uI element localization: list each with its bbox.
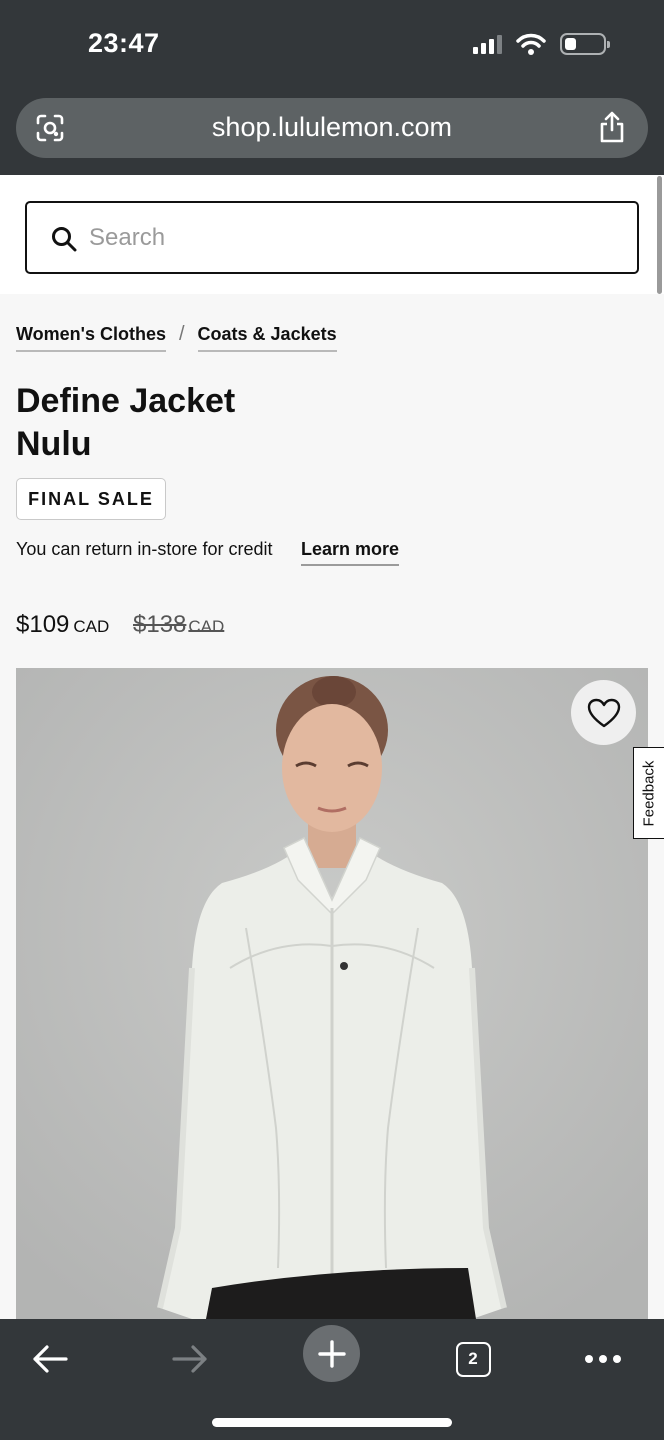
cellular-signal-icon xyxy=(473,34,502,54)
more-menu-button[interactable] xyxy=(573,1329,633,1389)
original-price-currency: CAD xyxy=(188,617,225,636)
original-price-amount: $138 xyxy=(133,611,187,638)
page-scrollbar[interactable] xyxy=(657,176,662,294)
return-policy-text: You can return in-store for credit xyxy=(16,539,273,559)
plus-icon xyxy=(317,1339,346,1368)
feedback-label: Feedback xyxy=(640,760,658,826)
original-price: $138 CAD xyxy=(133,611,224,639)
search-icon xyxy=(52,227,77,252)
status-time: 23:47 xyxy=(88,28,160,58)
ellipsis-icon xyxy=(585,1355,621,1363)
breadcrumb-link-womens-clothes[interactable]: Women's Clothes xyxy=(16,324,166,352)
arrow-right-icon xyxy=(172,1345,207,1373)
sale-price: $109 CAD xyxy=(16,611,109,639)
product-title: Define Jacket Nulu xyxy=(16,380,376,466)
product-title-line1: Define Jacket xyxy=(16,382,236,420)
browser-top-bar: 23:47 shop.lululemon.com xyxy=(0,0,664,175)
sale-price-currency: CAD xyxy=(73,617,110,636)
breadcrumb: Women's Clothes / Coats & Jackets xyxy=(16,323,337,352)
breadcrumb-link-coats-jackets[interactable]: Coats & Jackets xyxy=(197,324,337,352)
battery-icon xyxy=(560,33,610,55)
learn-more-link[interactable]: Learn more xyxy=(301,539,400,566)
product-title-line2: Nulu xyxy=(16,425,92,463)
url-text[interactable]: shop.lululemon.com xyxy=(16,112,648,143)
heart-icon xyxy=(587,698,620,727)
back-button[interactable] xyxy=(20,1329,80,1389)
wifi-icon xyxy=(516,33,546,55)
product-photo-illustration xyxy=(16,668,648,1319)
final-sale-badge: FINAL SALE xyxy=(16,478,166,520)
arrow-left-icon xyxy=(33,1345,68,1373)
home-indicator[interactable] xyxy=(212,1418,452,1427)
site-search-area xyxy=(0,175,664,294)
product-image[interactable] xyxy=(16,668,648,1319)
new-tab-button[interactable] xyxy=(303,1325,360,1382)
breadcrumb-separator: / xyxy=(178,323,185,345)
feedback-tab[interactable]: Feedback xyxy=(633,747,664,839)
status-icons xyxy=(473,33,610,55)
wishlist-button[interactable] xyxy=(571,680,636,745)
address-bar[interactable]: shop.lululemon.com xyxy=(16,98,648,158)
tab-count: 2 xyxy=(455,1341,491,1377)
forward-button[interactable] xyxy=(160,1329,220,1389)
share-icon[interactable] xyxy=(596,110,628,144)
sale-price-amount: $109 xyxy=(16,611,70,638)
tab-switcher-button[interactable]: 2 xyxy=(443,1329,503,1389)
search-box[interactable] xyxy=(25,201,639,274)
search-input[interactable] xyxy=(89,217,609,259)
